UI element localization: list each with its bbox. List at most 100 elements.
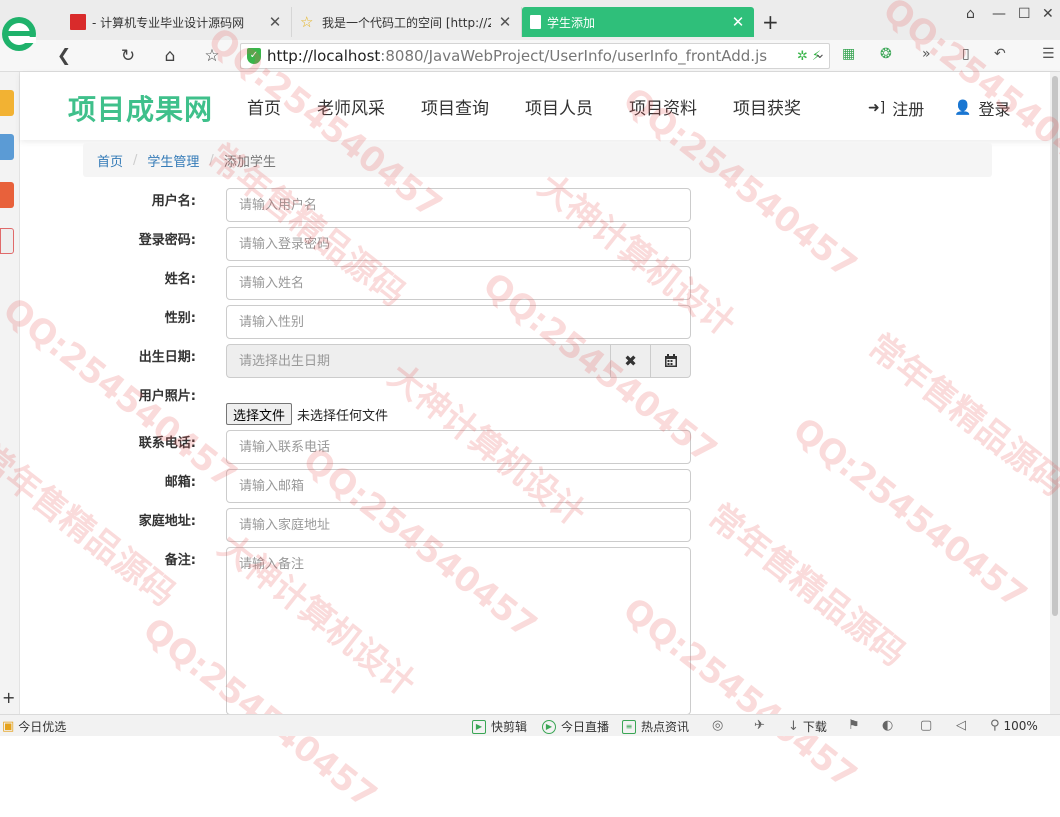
today-live[interactable]: ▶ 今日直播 [542, 718, 609, 735]
security-icon[interactable]: ❂ [880, 46, 892, 62]
flag-icon[interactable]: ⚑ [848, 718, 860, 733]
site-favicon-icon [70, 14, 86, 30]
speed-icon[interactable]: ✲ [797, 49, 808, 64]
password-input[interactable] [226, 227, 691, 261]
name-label: 姓名: [164, 272, 196, 287]
file-status-text: 未选择任何文件 [297, 408, 389, 424]
minimize-icon[interactable]: — [992, 6, 1006, 22]
menu-item-project-awards[interactable]: 项目获奖 [733, 94, 801, 119]
play-icon: ▶ [472, 719, 486, 734]
watermark-source: 常年售精品源码 [700, 496, 913, 675]
breadcrumb: 首页 / 学生管理 / 添加学生 [83, 143, 992, 177]
username-label: 用户名: [151, 194, 196, 209]
pin-icon[interactable]: ✈ [754, 718, 765, 733]
main-menu: 首页 老师风采 项目查询 项目人员 项目资料 项目获奖 [247, 94, 837, 119]
bookmark-star-icon[interactable]: ☆ [200, 44, 224, 68]
url-text[interactable]: http://localhost:8080/JavaWebProject/Use… [267, 47, 793, 65]
name-input[interactable] [226, 266, 691, 300]
login-link[interactable]: 👤 登录 [954, 96, 1010, 120]
tab-code-space[interactable]: ☆ 我是一个代码工的空间 [http://2 ✕ [292, 7, 522, 37]
browser-tab-bar: - 计算机专业毕业设计源码网 ✕ ☆ 我是一个代码工的空间 [http://2 … [0, 0, 1060, 51]
close-icon[interactable]: ✕ [730, 13, 746, 31]
email-label: 邮箱: [164, 475, 196, 490]
close-window-icon[interactable]: ✕ [1042, 6, 1054, 22]
username-input[interactable] [226, 188, 691, 222]
address-input[interactable] [226, 508, 691, 542]
downloads[interactable]: ↓ 下载 [788, 718, 827, 735]
email-input[interactable] [226, 469, 691, 503]
close-icon[interactable]: ✕ [497, 13, 513, 31]
speedup-icon[interactable]: ◎ [712, 718, 723, 733]
today-picks[interactable]: ▣ 今日优选 [2, 718, 66, 735]
menu-icon[interactable]: ☰ [1042, 46, 1055, 62]
page-scrollbar[interactable] [1050, 72, 1060, 714]
watermark-source: 常年售精品源码 [860, 326, 1060, 505]
hot-news[interactable]: ≡ 热点资讯 [622, 718, 689, 735]
zoom-icon: ⚲ [990, 718, 1000, 733]
quick-clip[interactable]: ▶ 快剪辑 [472, 718, 527, 735]
choose-file-button[interactable]: 选择文件 [226, 403, 293, 425]
birthday-date-picker: ✖ [226, 344, 691, 378]
phone-input[interactable] [226, 430, 691, 464]
back-icon[interactable]: ❮ [52, 44, 76, 68]
sign-in-icon: ➜] [868, 100, 886, 116]
phone-label: 联系电话: [138, 436, 196, 451]
notes-icon[interactable] [0, 134, 14, 160]
browser-icon[interactable]: ◐ [882, 718, 893, 733]
user-icon: 👤 [954, 100, 972, 116]
gender-input[interactable] [226, 305, 691, 339]
zoom-level[interactable]: ⚲ 100% [990, 718, 1038, 733]
browser-status-bar: ▣ 今日优选 ▶ 快剪辑 ▶ 今日直播 ≡ 热点资讯 ◎ ✈ ↓ 下载 ⚑ ◐ … [0, 714, 1060, 736]
browser-sidebar: + [0, 72, 20, 714]
memo-textarea[interactable] [226, 547, 691, 715]
mail-icon[interactable] [0, 228, 14, 254]
add-sidebar-icon[interactable]: + [2, 688, 15, 707]
undo-icon[interactable]: ↶ [994, 46, 1006, 62]
address-dropdown-icon[interactable]: ⌄ [814, 46, 826, 62]
browser-nav-bar: ❮ ↻ ⌂ ☆ ✓ http://localhost:8080/JavaWebP… [0, 40, 1060, 72]
menu-item-project-query[interactable]: 项目查询 [421, 94, 489, 119]
birthday-label: 出生日期: [138, 350, 196, 365]
clear-date-icon[interactable]: ✖ [611, 344, 651, 378]
gender-label: 性别: [164, 311, 196, 326]
address-bar[interactable]: ✓ http://localhost:8080/JavaWebProject/U… [240, 43, 830, 69]
mobile-icon[interactable]: ▯ [962, 46, 970, 62]
breadcrumb-separator: / [133, 152, 138, 168]
address-label: 家庭地址: [138, 514, 196, 529]
skin-icon[interactable]: ⌂ [966, 6, 975, 22]
site-header: 项目成果网 首页 老师风采 项目查询 项目人员 项目资料 项目获奖 ➜] 注册 … [20, 72, 1060, 140]
sound-icon[interactable]: ◁ [956, 718, 966, 733]
tab-student-add[interactable]: 学生添加 ✕ [522, 7, 754, 37]
maximize-icon[interactable]: ☐ [1018, 6, 1031, 22]
site-brand[interactable]: 项目成果网 [68, 88, 213, 128]
birthday-input[interactable] [226, 344, 611, 378]
page-icon [530, 15, 541, 29]
photo-file-input: 选择文件 未选择任何文件 [226, 403, 388, 425]
new-tab-button[interactable]: + [762, 10, 779, 34]
reload-icon[interactable]: ↻ [116, 44, 140, 68]
watermark-qq: QQ:254540457 [785, 410, 1035, 617]
download-icon: ↓ [788, 719, 799, 734]
menu-item-teachers[interactable]: 老师风采 [317, 94, 385, 119]
more-icon[interactable]: » [922, 46, 931, 62]
window-icon[interactable]: ▢ [920, 718, 932, 733]
menu-item-home[interactable]: 首页 [247, 94, 281, 119]
breadcrumb-home[interactable]: 首页 [97, 151, 123, 170]
security-shield-icon: ✓ [247, 48, 261, 64]
close-icon[interactable]: ✕ [267, 13, 283, 31]
register-link[interactable]: ➜] 注册 [868, 96, 924, 120]
menu-item-project-members[interactable]: 项目人员 [525, 94, 593, 119]
favorites-icon[interactable] [0, 90, 14, 116]
scrollbar-thumb[interactable] [1052, 76, 1058, 616]
live-play-icon: ▶ [542, 719, 556, 734]
star-icon: ☆ [300, 13, 314, 31]
tab-source-site[interactable]: - 计算机专业毕业设计源码网 ✕ [62, 7, 292, 37]
password-label: 登录密码: [138, 233, 196, 248]
apps-icon[interactable]: ▦ [842, 46, 855, 62]
browser-logo-icon [2, 17, 36, 51]
calendar-icon[interactable] [651, 344, 691, 378]
home-icon[interactable]: ⌂ [158, 44, 182, 68]
weibo-icon[interactable] [0, 182, 14, 208]
menu-item-project-docs[interactable]: 项目资料 [629, 94, 697, 119]
breadcrumb-student-management[interactable]: 学生管理 [147, 151, 199, 170]
